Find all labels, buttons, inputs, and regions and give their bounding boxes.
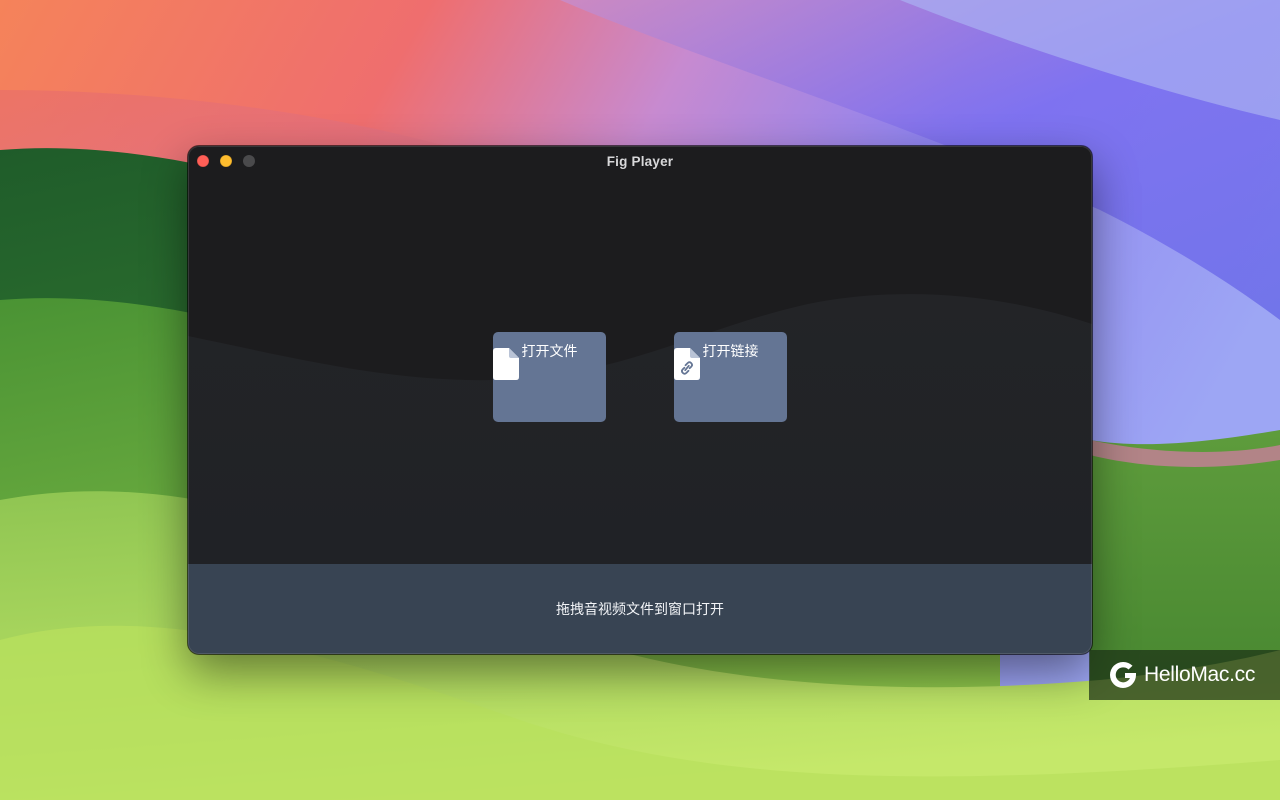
document-link-icon [674,348,700,380]
title-bar[interactable]: Fig Player [188,146,1092,178]
watermark-text: HelloMac.cc [1144,663,1256,686]
watermark: HelloMac.cc [1089,650,1280,700]
open-file-label: 打开文件 [521,344,578,360]
window-title: Fig Player [606,154,674,169]
action-buttons: 打开文件 打开链接 [188,146,1092,564]
open-link-label: 打开链接 [702,344,759,360]
open-file-button[interactable]: 打开文件 [493,332,606,422]
app-window: 打开文件 打开链接 Fig Player 拖拽音视频文件到窗口打开 [188,146,1092,654]
open-link-button[interactable]: 打开链接 [674,332,787,422]
hellomac-logo-icon [1110,661,1136,688]
drop-hint-text: 拖拽音视频文件到窗口打开 [556,602,724,618]
desktop: 打开文件 打开链接 Fig Player 拖拽音视频文件到窗口打开 HelloM… [0,0,1280,800]
document-icon [493,348,519,380]
content-area[interactable]: 打开文件 打开链接 [188,146,1092,564]
drop-zone-bar[interactable]: 拖拽音视频文件到窗口打开 [188,564,1092,654]
